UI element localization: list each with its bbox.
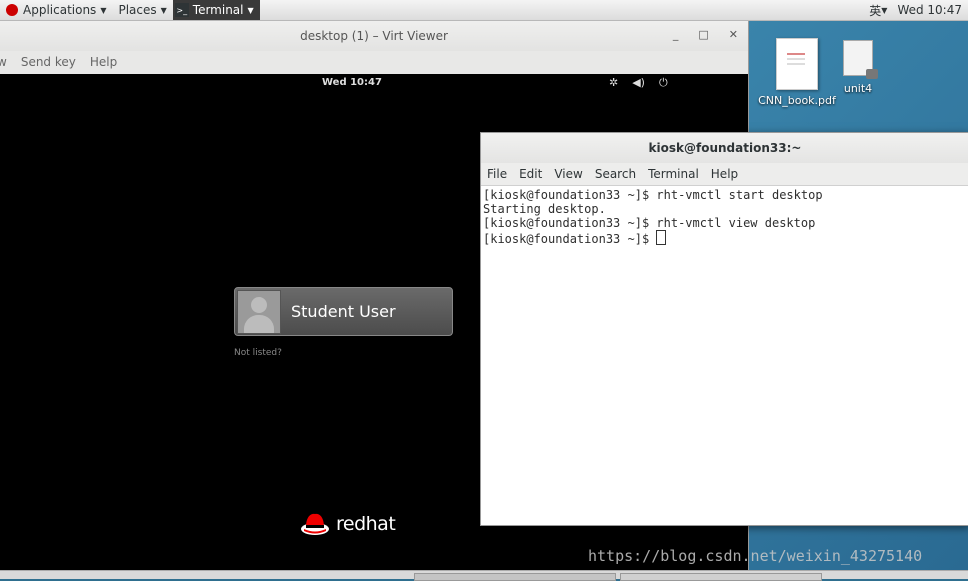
chevron-down-icon: ▼ — [247, 5, 254, 15]
menu-help[interactable]: Help — [83, 55, 124, 69]
chevron-down-icon: ▼ — [100, 5, 107, 15]
vm-clock: Wed 10:47 — [322, 77, 382, 88]
watermark: https://blog.csdn.net/weixin_43275140 — [588, 547, 923, 565]
terminal-window: kiosk@foundation33:~ File Edit View Sear… — [480, 132, 968, 526]
places-label: Places — [118, 3, 157, 17]
terminal-line: Starting desktop. — [483, 202, 606, 216]
applications-label: Applications — [23, 3, 97, 17]
avatar — [237, 289, 281, 334]
top-panel: Applications ▼ Places ▼ >_ Terminal ▼ 英 … — [0, 0, 968, 21]
redhat-hat-icon — [301, 513, 329, 535]
volume-icon[interactable]: ◀) — [632, 76, 645, 90]
locked-file-icon — [843, 40, 878, 79]
maximize-button[interactable]: □ — [698, 28, 708, 41]
redhat-wordmark: redhat — [336, 513, 396, 535]
taskbar-window-button[interactable] — [414, 573, 616, 581]
user-name: Student User — [291, 302, 396, 321]
virt-viewer-menubar: w Send key Help — [0, 51, 748, 73]
menu-send-key[interactable]: Send key — [14, 55, 83, 69]
terminal-menubar: File Edit View Search Terminal Help — [481, 163, 968, 186]
vm-status-area[interactable]: ✲ ◀) ⏻ — [609, 76, 668, 90]
applications-menu[interactable]: Applications ▼ — [0, 0, 112, 20]
desktop-icon-label: unit4 — [843, 82, 873, 95]
desktop-icon-label: CNN_book.pdf — [758, 94, 836, 107]
power-icon[interactable]: ⏻ — [659, 76, 668, 90]
minimize-button[interactable]: _ — [673, 28, 679, 41]
redhat-icon — [6, 4, 18, 16]
virt-viewer-title: desktop (1) – Virt Viewer — [300, 29, 448, 43]
not-listed-link[interactable]: Not listed? — [234, 348, 282, 358]
menu-search[interactable]: Search — [589, 167, 642, 181]
lock-icon — [866, 69, 878, 79]
terminal-titlebar[interactable]: kiosk@foundation33:~ — [481, 133, 968, 163]
menu-help[interactable]: Help — [705, 167, 744, 181]
terminal-prompt-line: [kiosk@foundation33 ~]$ — [483, 230, 967, 246]
close-button[interactable]: ✕ — [729, 28, 738, 41]
menu-terminal[interactable]: Terminal — [642, 167, 705, 181]
chevron-down-icon: ▼ — [881, 5, 888, 15]
terminal-line: [kiosk@foundation33 ~]$ rht-vmctl start … — [483, 188, 823, 202]
terminal-icon: >_ — [174, 3, 189, 17]
user-tile-student[interactable]: Student User — [234, 287, 453, 336]
taskbar-window-button[interactable] — [620, 573, 822, 581]
terminal-output[interactable]: [kiosk@foundation33 ~]$ rht-vmctl start … — [481, 186, 968, 248]
accessibility-icon[interactable]: ✲ — [609, 76, 618, 90]
desktop-icon-unit4[interactable]: unit4 — [836, 40, 880, 95]
terminal-line: [kiosk@foundation33 ~]$ — [483, 232, 657, 246]
redhat-logo: redhat — [300, 510, 396, 538]
terminal-line: [kiosk@foundation33 ~]$ rht-vmctl view d… — [483, 216, 816, 230]
menu-edit[interactable]: Edit — [513, 167, 548, 181]
virt-viewer-titlebar[interactable]: desktop (1) – Virt Viewer _ □ ✕ — [0, 21, 748, 51]
menu-file[interactable]: File — [481, 167, 513, 181]
terminal-task[interactable]: >_ Terminal ▼ — [172, 0, 260, 20]
terminal-title: kiosk@foundation33:~ — [648, 141, 802, 155]
places-menu[interactable]: Places ▼ — [112, 0, 172, 20]
menu-view[interactable]: w — [0, 55, 14, 69]
menu-view[interactable]: View — [548, 167, 588, 181]
pdf-file-icon — [776, 38, 818, 90]
terminal-task-label: Terminal — [192, 3, 244, 17]
panel-clock[interactable]: Wed 10:47 — [891, 3, 968, 17]
chevron-down-icon: ▼ — [160, 5, 167, 15]
desktop-icon-cnn-book[interactable]: CNN_book.pdf — [758, 38, 836, 107]
text-cursor — [656, 230, 667, 245]
